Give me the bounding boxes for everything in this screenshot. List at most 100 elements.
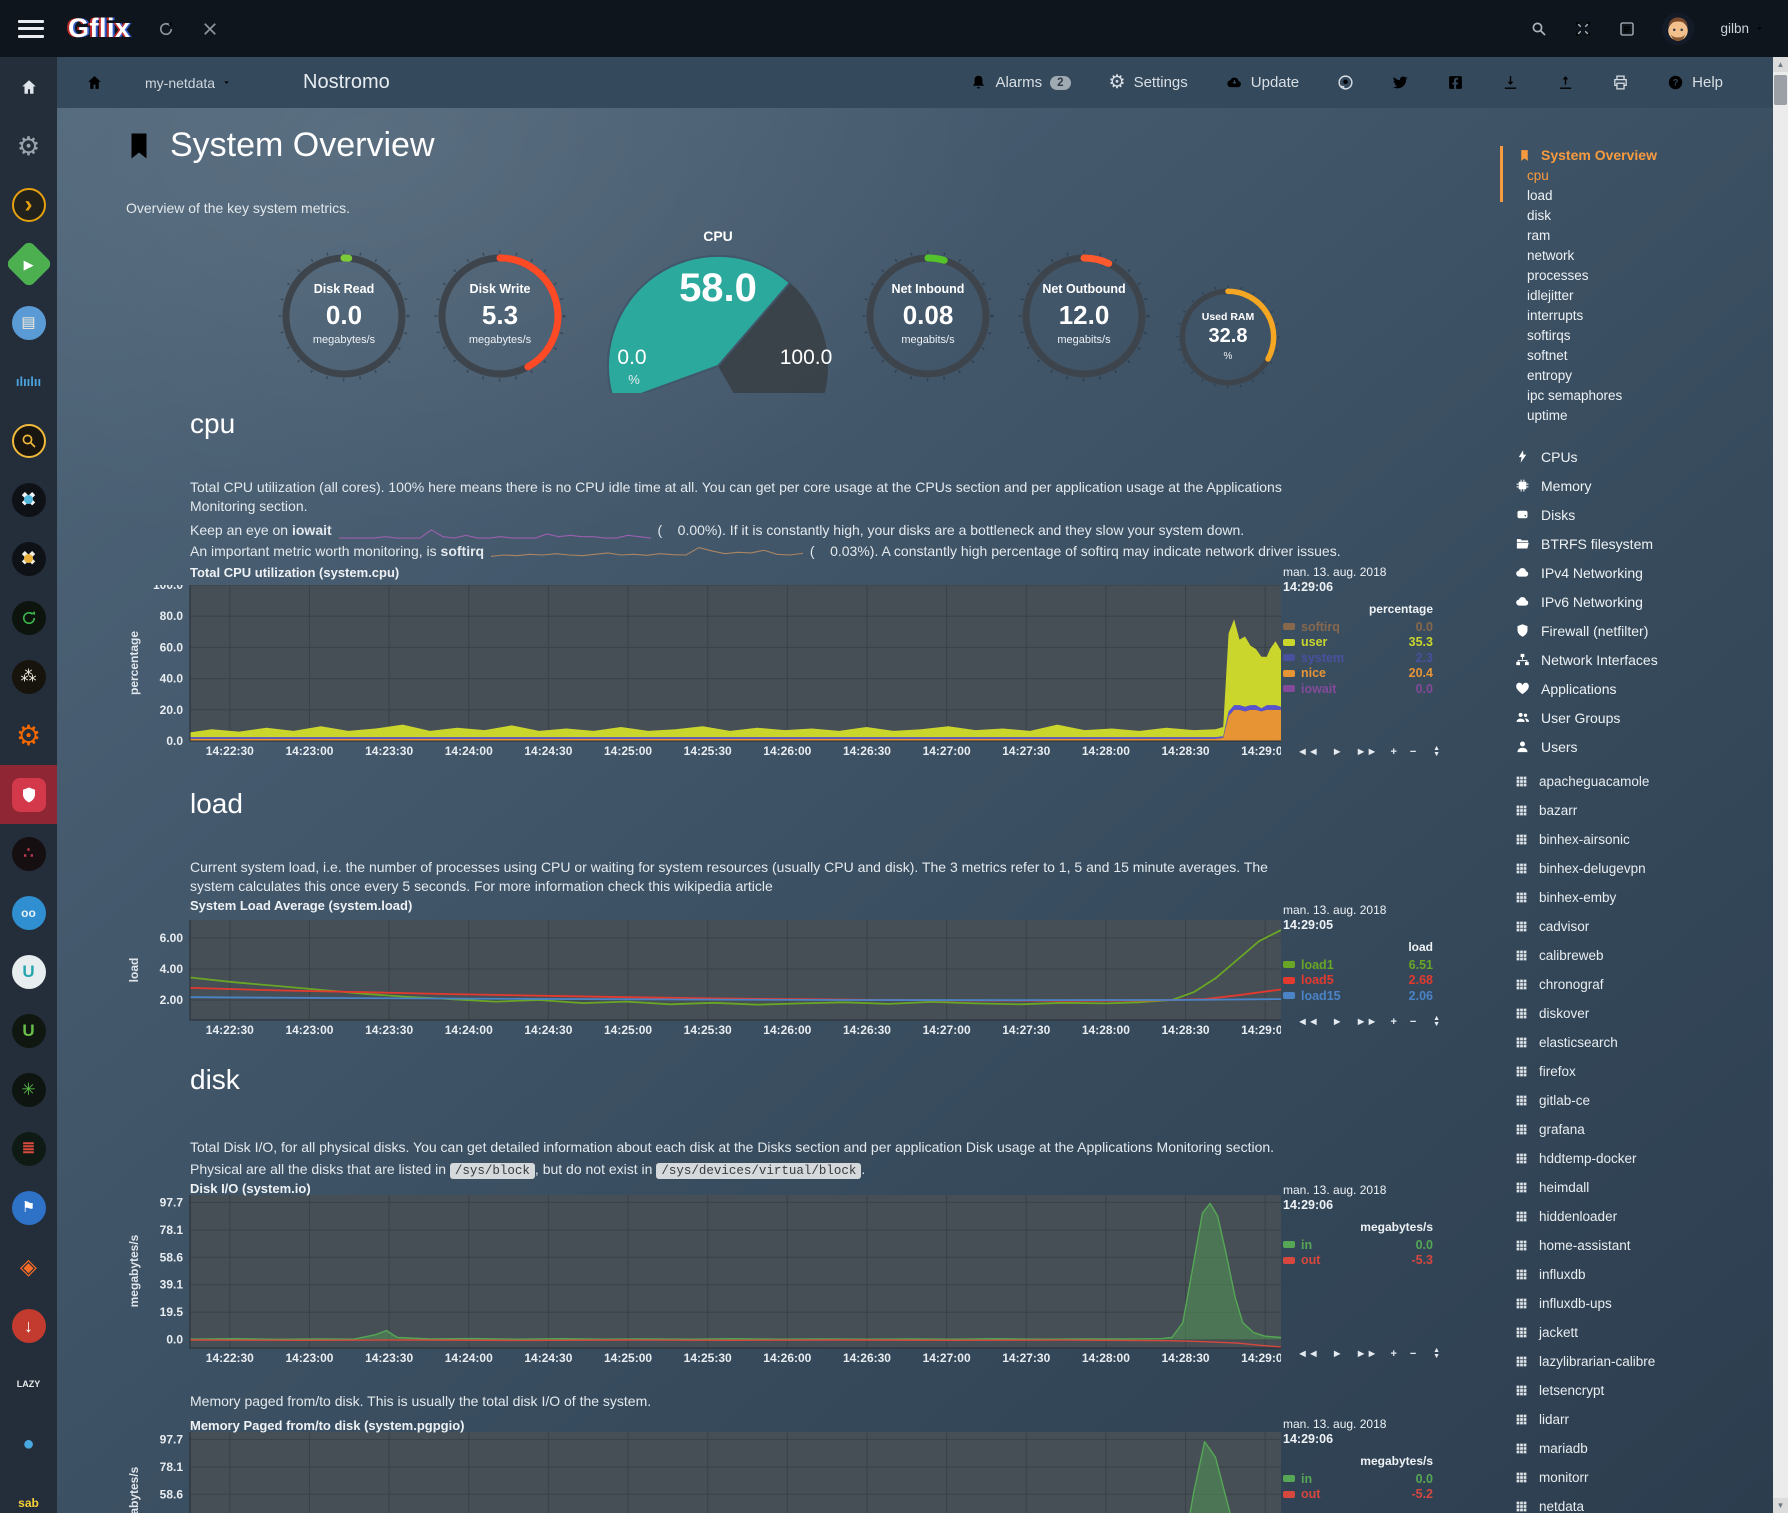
sidebar-section-item[interactable]: Memory	[1500, 471, 1762, 500]
legend-item[interactable]: out -5.3	[1283, 1253, 1433, 1269]
sidebar-app-item[interactable]: mariadb	[1500, 1434, 1762, 1463]
sidebar-section-item[interactable]: Users	[1500, 732, 1762, 761]
gauge[interactable]: Disk Write 5.3 megabytes/s	[434, 250, 566, 382]
play-icon[interactable]: ►	[1332, 746, 1343, 758]
legend-item[interactable]: out -5.2	[1283, 1487, 1433, 1503]
fastforward-icon[interactable]: ►►	[1356, 1016, 1378, 1028]
app-rail-item[interactable]: ›	[0, 175, 57, 234]
help-button[interactable]: Help	[1667, 74, 1723, 91]
gauge[interactable]: Disk Read 0.0 megabytes/s	[278, 250, 410, 382]
app-rail-item[interactable]: ≣	[0, 1119, 57, 1178]
legend-item[interactable]: in 0.0	[1283, 1237, 1433, 1253]
legend-item[interactable]: load5 2.68	[1283, 973, 1433, 989]
sidebar-app-item[interactable]: letsencrypt	[1500, 1376, 1762, 1405]
twitter-icon[interactable]	[1392, 74, 1409, 91]
app-rail-item[interactable]: ⚙	[0, 706, 57, 765]
import-snapshot-icon[interactable]	[1557, 74, 1574, 91]
sidebar-subitem[interactable]: interrupts	[1500, 306, 1762, 326]
scroll-up-icon[interactable]: ▲	[1773, 57, 1788, 72]
scrollbar-thumb[interactable]	[1774, 75, 1787, 105]
zoom-in-icon[interactable]: +	[1390, 1016, 1396, 1028]
sidebar-subitem[interactable]: network	[1500, 246, 1762, 266]
sidebar-subitem[interactable]: uptime	[1500, 406, 1762, 426]
load-chart[interactable]: 14:22:3014:23:0014:23:3014:24:0014:24:30…	[144, 920, 1281, 1038]
sidebar-subitem[interactable]: disk	[1500, 206, 1762, 226]
legend-item[interactable]: softirq 0.0	[1283, 619, 1433, 635]
gauge[interactable]: Net Outbound 12.0 megabits/s	[1018, 250, 1150, 382]
app-rail-item[interactable]	[0, 588, 57, 647]
resize-handle-icon[interactable]: ▲▼	[1433, 1016, 1440, 1028]
resize-handle-icon[interactable]: ▲▼	[1433, 746, 1440, 758]
zoom-in-icon[interactable]: +	[1390, 746, 1396, 758]
app-rail-item[interactable]	[0, 57, 57, 116]
sidebar-app-item[interactable]: lazylibrarian-calibre	[1500, 1347, 1762, 1376]
app-rail-item[interactable]: ▤	[0, 293, 57, 352]
zoom-out-icon[interactable]: −	[1410, 1016, 1416, 1028]
sidebar-app-item[interactable]: jackett	[1500, 1318, 1762, 1347]
server-dropdown[interactable]: my-netdata	[145, 75, 231, 91]
app-rail-item[interactable]: ılıılıı	[0, 352, 57, 411]
fastforward-icon[interactable]: ►►	[1356, 746, 1378, 758]
sidebar-subitem[interactable]: softirqs	[1500, 326, 1762, 346]
disk-io-chart[interactable]: 14:22:3014:23:0014:23:3014:24:0014:24:30…	[144, 1195, 1281, 1366]
sidebar-app-item[interactable]: apacheguacamole	[1500, 767, 1762, 796]
cpu-chart[interactable]: 14:22:3014:23:0014:23:3014:24:0014:24:30…	[144, 585, 1281, 759]
refresh-tab-icon[interactable]	[157, 20, 175, 38]
github-icon[interactable]	[1337, 74, 1354, 91]
netdata-home-icon[interactable]	[86, 74, 103, 91]
sidebar-app-item[interactable]: netdata	[1500, 1492, 1762, 1513]
rewind-icon[interactable]: ◄◄	[1297, 1348, 1319, 1360]
zoom-out-icon[interactable]: −	[1410, 746, 1416, 758]
legend-item[interactable]: user 35.3	[1283, 635, 1433, 651]
sidebar-subitem[interactable]: processes	[1500, 266, 1762, 286]
sidebar-app-item[interactable]: elasticsearch	[1500, 1028, 1762, 1057]
app-rail-item[interactable]	[0, 765, 57, 824]
gauge[interactable]: Used RAM 32.8 %	[1176, 285, 1280, 389]
sidebar-subitem[interactable]: entropy	[1500, 366, 1762, 386]
sidebar-subitem[interactable]: cpu	[1500, 166, 1762, 186]
sidebar-app-item[interactable]: hiddenloader	[1500, 1202, 1762, 1231]
sidebar-subitem[interactable]: load	[1500, 186, 1762, 206]
user-menu[interactable]: gilbn	[1720, 21, 1764, 36]
zoom-out-icon[interactable]: −	[1410, 1348, 1416, 1360]
sidebar-app-item[interactable]: binhex-emby	[1500, 883, 1762, 912]
legend-item[interactable]: in 0.0	[1283, 1471, 1433, 1487]
sidebar-app-item[interactable]: chronograf	[1500, 970, 1762, 999]
cpu-gauge[interactable]: CPU 58.0 0.0 100.0 %	[592, 228, 844, 398]
app-rail-item[interactable]: ◈	[0, 1237, 57, 1296]
facebook-icon[interactable]	[1447, 74, 1464, 91]
gauge[interactable]: Net Inbound 0.08 megabits/s	[862, 250, 994, 382]
app-rail-item[interactable]: ●	[0, 1414, 57, 1473]
sidebar-app-item[interactable]: diskover	[1500, 999, 1762, 1028]
sidebar-app-item[interactable]: firefox	[1500, 1057, 1762, 1086]
app-rail-item[interactable]: sab	[0, 1473, 57, 1513]
sidebar-app-item[interactable]: calibreweb	[1500, 941, 1762, 970]
app-rail-item[interactable]: U	[0, 942, 57, 1001]
export-snapshot-icon[interactable]	[1502, 74, 1519, 91]
sidebar-section-item[interactable]: BTRFS filesystem	[1500, 529, 1762, 558]
play-icon[interactable]: ►	[1332, 1016, 1343, 1028]
legend-item[interactable]: nice 20.4	[1283, 666, 1433, 682]
rewind-icon[interactable]: ◄◄	[1297, 746, 1319, 758]
close-tab-icon[interactable]	[201, 20, 219, 38]
sidebar-section-item[interactable]: IPv6 Networking	[1500, 587, 1762, 616]
sidebar-section-item[interactable]: CPUs	[1500, 442, 1762, 471]
rewind-icon[interactable]: ◄◄	[1297, 1016, 1319, 1028]
sidebar-app-item[interactable]: heimdall	[1500, 1173, 1762, 1202]
app-rail-item[interactable]: ✳	[0, 1060, 57, 1119]
avatar[interactable]	[1662, 13, 1694, 45]
sidebar-app-item[interactable]: binhex-airsonic	[1500, 825, 1762, 854]
settings-button[interactable]: ⚙ Settings	[1109, 74, 1188, 91]
page-scrollbar[interactable]: ▲ ▼	[1773, 57, 1788, 1513]
app-rail-item[interactable]: ↓	[0, 1296, 57, 1355]
iowait-sparkline[interactable]	[339, 524, 651, 539]
resize-handle-icon[interactable]: ▲▼	[1433, 1348, 1440, 1360]
update-button[interactable]: Update	[1226, 74, 1299, 91]
pgpgio-chart[interactable]: 14:22:3014:23:0014:23:3014:24:0014:24:30…	[144, 1432, 1281, 1513]
softirq-sparkline[interactable]	[491, 545, 803, 560]
sidebar-subitem[interactable]: ipc semaphores	[1500, 386, 1762, 406]
zoom-in-icon[interactable]: +	[1390, 1348, 1396, 1360]
sidebar-subitem[interactable]: softnet	[1500, 346, 1762, 366]
sidebar-subitem[interactable]: idlejitter	[1500, 286, 1762, 306]
sidebar-subitem[interactable]: ram	[1500, 226, 1762, 246]
